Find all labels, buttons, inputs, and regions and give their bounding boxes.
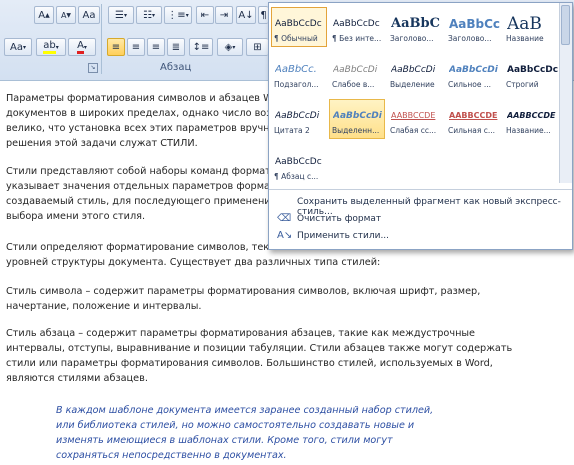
menu-clear-formatting[interactable]: ⌫ Очистить формат: [269, 212, 572, 229]
style-tile-no-spacing[interactable]: AaBbCcDc ¶ Без инте...: [329, 7, 385, 47]
style-tile-emphasis[interactable]: AaBbCcDi Выделение: [387, 53, 443, 93]
style-tile-intense-emphasis[interactable]: AaBbCcDi Сильное ...: [445, 53, 501, 93]
sort-icon: A↓: [238, 9, 254, 21]
font-size-shrink-button[interactable]: A ▼: [56, 6, 76, 24]
style-tile-title[interactable]: AaB Название: [503, 7, 559, 47]
paint-bucket-icon: ◈: [224, 41, 233, 53]
numbering-icon: ☷: [143, 9, 152, 21]
justify-icon: ≣: [171, 41, 181, 53]
decrease-indent-button[interactable]: ⇤: [196, 6, 214, 24]
gallery-scrollbar[interactable]: [559, 3, 572, 183]
font-color-icon: A: [77, 40, 84, 54]
paragraph-group-label: Абзац: [160, 62, 192, 73]
quick-styles-gallery: AaBbCcDc ¶ Обычный AaBbCcDc ¶ Без инте..…: [268, 2, 573, 250]
bullets-icon: ☰: [115, 9, 124, 21]
font-color-button[interactable]: A ▾: [68, 38, 96, 56]
align-left-icon: ≡: [111, 41, 121, 53]
indent-decrease-icon: ⇤: [200, 9, 210, 21]
paragraph-4: Стиль символа – содержит параметры форма…: [6, 286, 481, 312]
align-center-button[interactable]: ≡: [127, 38, 145, 56]
align-left-button[interactable]: ≡: [107, 38, 125, 56]
eraser-icon: ⌫: [277, 213, 292, 224]
borders-button[interactable]: ⊞: [246, 38, 268, 56]
menu-save-quick-style[interactable]: Сохранить выделенный фрагмент как новый …: [269, 195, 572, 217]
clear-formatting-button[interactable]: Aa: [78, 6, 100, 24]
style-tile-intense-reference[interactable]: AABBCCDE Сильная с...: [445, 99, 501, 139]
style-tile-book-title[interactable]: AABBCCDE Название...: [503, 99, 559, 139]
style-tile-subtle-emphasis[interactable]: AaBbCcDi Слабое в...: [329, 53, 385, 93]
paragraph-5: Стиль абзаца – содержит параметры формат…: [6, 328, 513, 384]
line-spacing-icon: ↕≡: [192, 41, 210, 53]
align-center-icon: ≡: [131, 41, 141, 53]
apply-styles-icon: A↘: [277, 230, 293, 241]
line-spacing-button[interactable]: ↕≡: [189, 38, 213, 56]
style-tile-heading-2[interactable]: AaBbCc Заголово...: [445, 7, 501, 47]
dialog-launcher-icon[interactable]: ↘: [88, 63, 98, 73]
style-tile-quote-2[interactable]: AaBbCcDi Цитата 2: [271, 99, 327, 139]
quote-paragraph: В каждом шаблоне документа имеется заран…: [56, 405, 434, 461]
style-tile-strong[interactable]: AaBbCcDc Строгий: [503, 53, 559, 93]
sort-button[interactable]: A↓: [236, 6, 256, 24]
borders-icon: ⊞: [253, 41, 262, 53]
style-tile-intense-quote[interactable]: AaBbCcDi Выделенн...: [329, 99, 385, 139]
ribbon-group-separator: [101, 4, 102, 74]
highlighter-icon: ab: [43, 40, 56, 54]
style-tile-normal[interactable]: AaBbCcDc ¶ Обычный: [271, 7, 327, 47]
highlight-color-button[interactable]: ab ▾: [36, 38, 66, 56]
multilevel-list-icon: ⋮≡: [167, 9, 186, 21]
justify-button[interactable]: ≣: [167, 38, 185, 56]
style-tile-list-paragraph[interactable]: AaBbCcDc ¶ Абзац с...: [271, 145, 327, 185]
indent-increase-icon: ⇥: [219, 9, 229, 21]
style-tile-subtitle[interactable]: AaBbCc. Подзагол...: [271, 53, 327, 93]
align-right-icon: ≡: [151, 41, 161, 53]
numbering-list-button[interactable]: ☷ ▾: [136, 6, 162, 24]
shading-button[interactable]: ◈ ▾: [217, 38, 243, 56]
style-tile-heading-1[interactable]: AaBbC Заголово...: [387, 7, 443, 47]
multilevel-list-button[interactable]: ⋮≡ ▾: [164, 6, 192, 24]
bullets-list-button[interactable]: ☰ ▾: [108, 6, 134, 24]
menu-apply-styles[interactable]: A↘ Применить стили...: [269, 229, 572, 246]
gallery-divider: [269, 189, 572, 190]
style-tile-subtle-reference[interactable]: AABBCCDE Слабая сс...: [387, 99, 443, 139]
scroll-thumb[interactable]: [561, 5, 570, 45]
change-case-button[interactable]: Aa ▾: [4, 38, 32, 56]
increase-indent-button[interactable]: ⇥: [215, 6, 233, 24]
align-right-button[interactable]: ≡: [147, 38, 165, 56]
font-size-grow-button[interactable]: A ▲: [34, 6, 54, 24]
pilcrow-icon: ¶: [260, 9, 267, 21]
show-marks-button[interactable]: ¶: [258, 6, 268, 24]
